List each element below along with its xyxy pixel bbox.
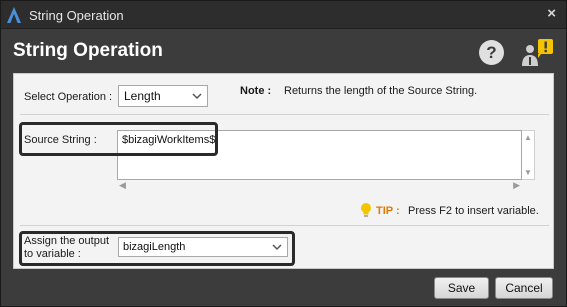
title-bar[interactable]: String Operation × <box>1 1 566 29</box>
divider <box>20 114 549 115</box>
select-operation-label: Select Operation : <box>24 91 113 103</box>
operation-select-value: Length <box>124 89 161 103</box>
save-button[interactable]: Save <box>434 277 489 299</box>
cancel-button[interactable]: Cancel <box>495 277 553 299</box>
dialog-header: String Operation ? <box>1 30 566 72</box>
source-string-highlight <box>19 122 218 156</box>
window-title: String Operation <box>29 8 124 23</box>
operation-select[interactable]: Length <box>118 85 208 107</box>
note-text: Returns the length of the Source String. <box>284 85 478 97</box>
vertical-scrollbar[interactable]: ▲ ▼ <box>522 130 535 180</box>
tip-text: Press F2 to insert variable. <box>408 205 539 217</box>
string-operation-dialog: String Operation × String Operation ? Se… <box>0 0 567 307</box>
chevron-down-icon <box>192 93 202 100</box>
tip-label: TIP : <box>376 205 400 217</box>
scroll-left-icon[interactable]: ◀ <box>119 180 126 191</box>
bizagi-logo-icon <box>7 7 21 23</box>
note-label: Note : <box>240 85 272 97</box>
close-icon[interactable]: × <box>547 6 556 22</box>
assign-output-highlight <box>19 231 295 266</box>
scroll-right-icon[interactable]: ▶ <box>513 180 520 191</box>
page-title: String Operation <box>13 40 163 61</box>
form-panel: Select Operation : Length Note : Returns… <box>13 73 554 269</box>
scroll-up-icon[interactable]: ▲ <box>524 133 532 142</box>
help-icon[interactable]: ? <box>479 40 504 65</box>
scroll-down-icon[interactable]: ▼ <box>524 168 532 177</box>
lightbulb-icon <box>361 203 371 217</box>
divider <box>20 225 549 226</box>
user-alert-icon[interactable] <box>519 38 555 68</box>
horizontal-scrollbar[interactable]: ◀ ▶ <box>117 180 522 193</box>
